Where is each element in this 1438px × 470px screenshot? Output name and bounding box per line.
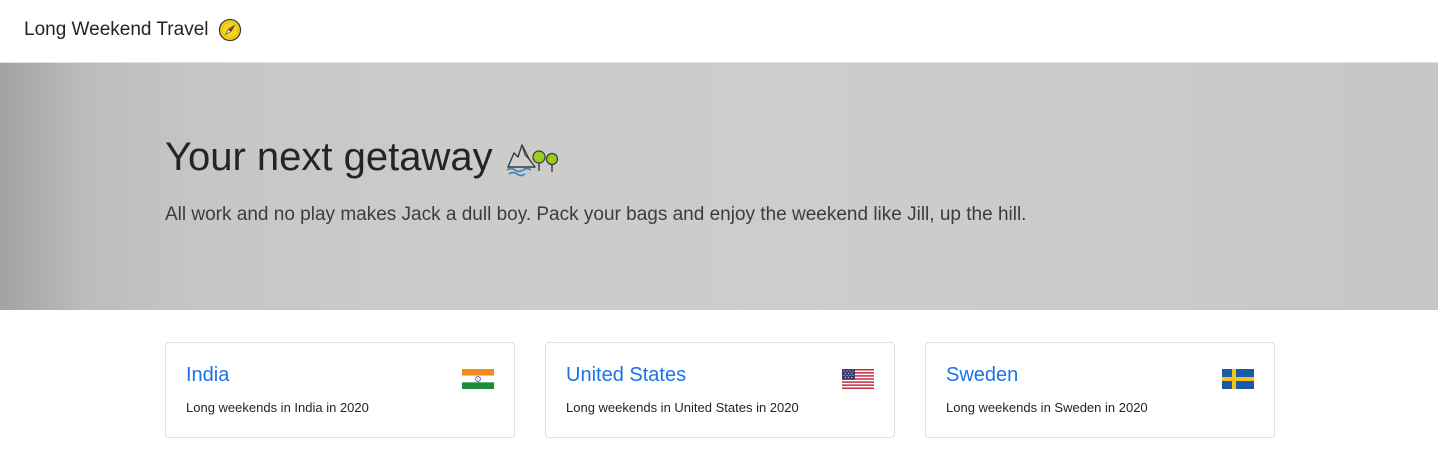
brand-link[interactable]: Long Weekend Travel: [24, 18, 242, 42]
india-flag-icon: [462, 369, 494, 389]
country-card-title[interactable]: United States: [566, 363, 686, 387]
country-card-description: Long weekends in Sweden in 2020: [946, 400, 1148, 415]
hero-lead: All work and no play makes Jack a dull b…: [165, 204, 1027, 225]
country-card-sweden[interactable]: Sweden Long weekends in Sweden in 2020: [925, 342, 1275, 438]
navbar: Long Weekend Travel: [0, 0, 1438, 63]
sweden-flag-icon: [1222, 369, 1254, 389]
us-flag-icon: [842, 369, 874, 389]
country-card-united-states[interactable]: United States Long weekends in United St…: [545, 342, 895, 438]
country-card-title[interactable]: Sweden: [946, 363, 1018, 387]
country-card-description: Long weekends in United States in 2020: [566, 400, 799, 415]
mountain-landscape-icon: [506, 144, 558, 177]
country-card-description: Long weekends in India in 2020: [186, 400, 369, 415]
hero-heading: Your next getaway: [165, 133, 563, 181]
hero-jumbotron: Your next getaway All work and no play m…: [0, 63, 1438, 310]
hero-title: Your next getaway: [165, 135, 493, 179]
country-card-india[interactable]: India Long weekends in India in 2020: [165, 342, 515, 438]
country-card-title[interactable]: India: [186, 363, 229, 387]
country-card-list: India Long weekends in India in 2020 Uni…: [165, 342, 1275, 438]
brand-text: Long Weekend Travel: [24, 19, 209, 40]
compass-icon: [218, 18, 241, 42]
